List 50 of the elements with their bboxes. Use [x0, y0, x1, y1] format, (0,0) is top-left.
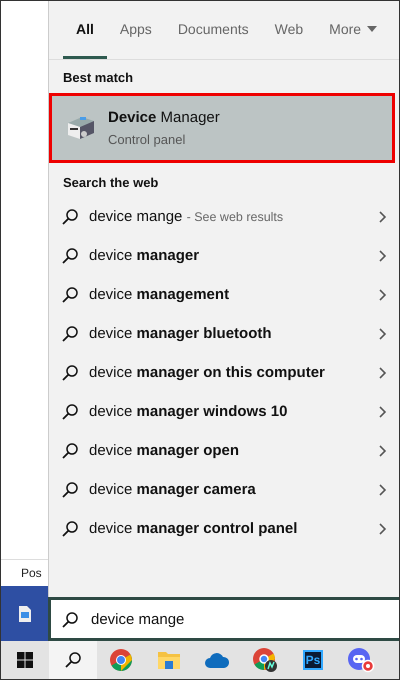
section-heading: Search the web: [62, 174, 160, 192]
chevron-right-icon: [379, 250, 387, 262]
best-match-item[interactable]: Device Manager Control panel: [49, 93, 395, 163]
windows-icon[interactable]: [17, 652, 33, 668]
web-suggestion[interactable]: device manager control panel: [49, 510, 399, 549]
search-icon: [61, 364, 79, 382]
taskbar-button[interactable]: [49, 641, 97, 679]
search-icon: [61, 325, 79, 343]
search-input[interactable]: device mange: [89, 610, 399, 628]
search-icon: [61, 208, 79, 226]
chevron-right-icon: [379, 484, 387, 496]
search-icon[interactable]: [64, 651, 82, 669]
web-suggestion[interactable]: device manager on this computer: [49, 354, 399, 393]
folder-icon[interactable]: [157, 649, 181, 671]
search-icon: [61, 286, 79, 304]
cloud-icon[interactable]: [204, 651, 230, 669]
search-icon: [61, 247, 79, 265]
search-icon: [61, 611, 79, 629]
web-suggestion[interactable]: device manager: [49, 237, 399, 276]
search-icon: [61, 442, 79, 460]
chat-app-icon[interactable]: [347, 647, 375, 673]
filter-tab[interactable]: Documents: [164, 1, 262, 59]
chevron-right-icon: [379, 211, 387, 223]
chevron-right-icon: [379, 523, 387, 535]
photoshop-icon[interactable]: Ps: [303, 650, 323, 670]
image-file-icon: [18, 606, 30, 622]
filter-tab[interactable]: More: [316, 1, 390, 59]
result-subtitle: Control panel: [108, 132, 186, 147]
web-suggestion[interactable]: device manager bluetooth: [49, 315, 399, 354]
section-heading: Best match: [62, 69, 134, 87]
web-suggestion[interactable]: device manager open: [49, 432, 399, 471]
chevron-right-icon: [379, 328, 387, 340]
search-icon: [61, 520, 79, 538]
filter-tab[interactable]: All: [63, 1, 107, 59]
chevron-right-icon: [379, 289, 387, 301]
filter-tab[interactable]: Web: [262, 1, 316, 59]
web-suggestion[interactable]: device mange - See web results: [49, 198, 399, 237]
filter-tab[interactable]: Apps: [106, 1, 165, 59]
web-suggestion[interactable]: device manager camera: [49, 471, 399, 510]
browser-icon[interactable]: [252, 647, 278, 673]
chevron-right-icon: [379, 406, 387, 418]
web-suggestion[interactable]: device manager windows 10: [49, 393, 399, 432]
result-title: Device Manager: [108, 109, 220, 126]
chevron-right-icon: [379, 445, 387, 457]
background-text: Pos: [21, 566, 42, 580]
web-suggestion[interactable]: device management: [49, 276, 399, 315]
search-icon: [61, 403, 79, 421]
search-field[interactable]: device mange: [48, 597, 399, 641]
chevron-right-icon: [379, 367, 387, 379]
search-icon: [61, 481, 79, 499]
